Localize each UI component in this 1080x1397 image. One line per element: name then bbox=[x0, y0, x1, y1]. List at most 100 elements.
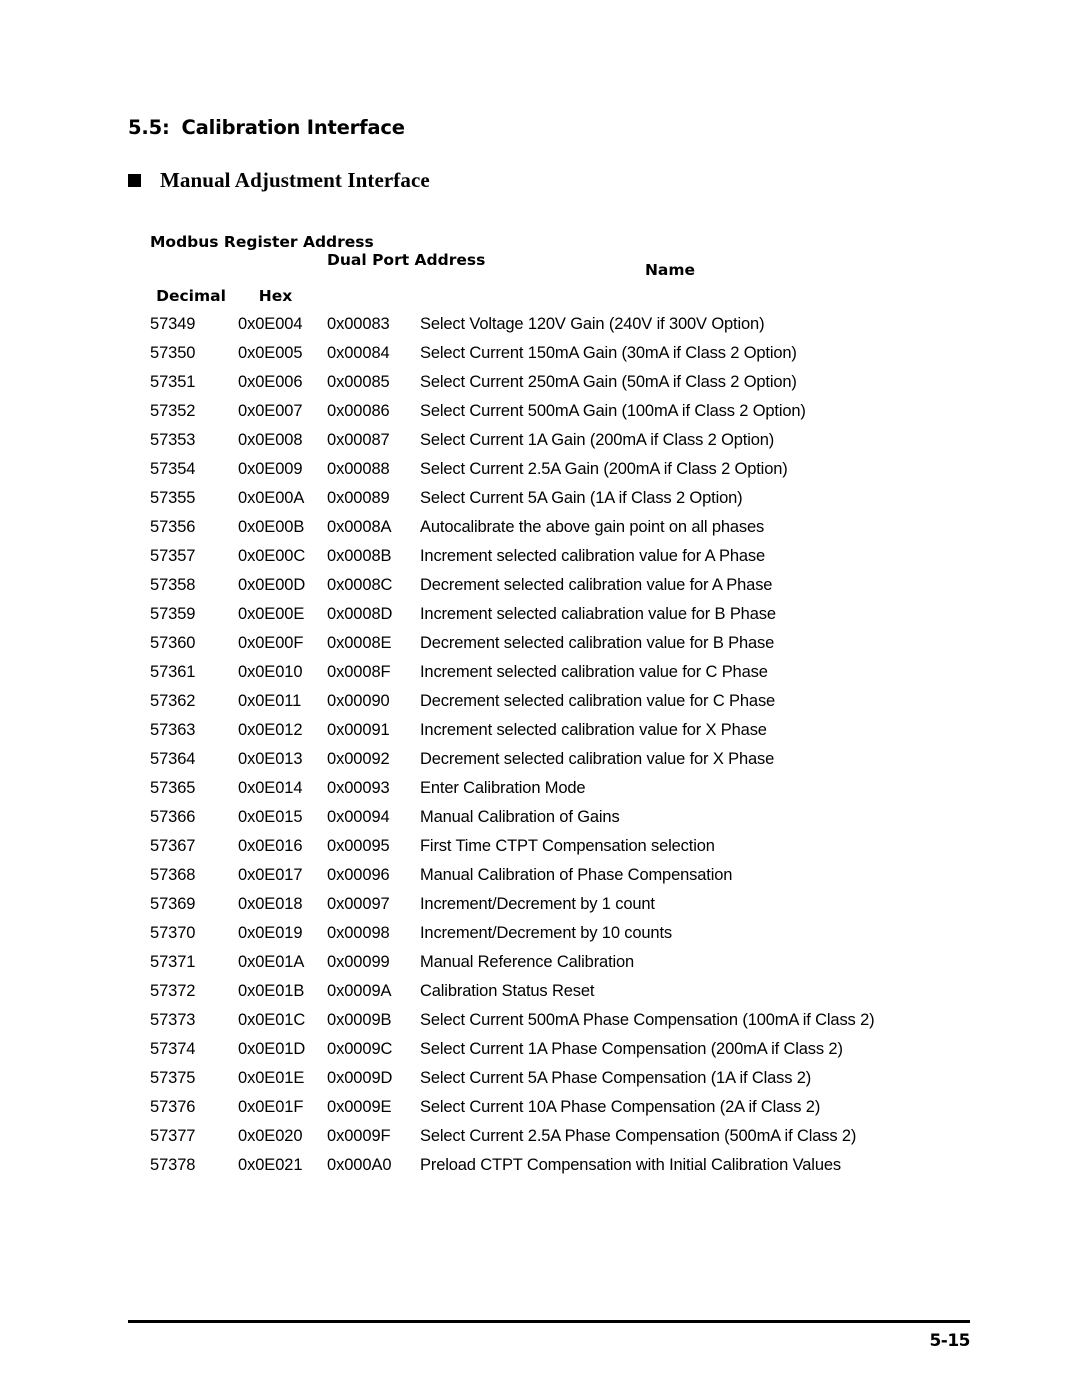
cell-name: Select Current 1A Gain (200mA if Class 2… bbox=[420, 431, 775, 449]
table-row: 57352 0x0E007 0x00086 Select Current 500mA … bbox=[0, 398, 1080, 427]
cell-decimal: 57363 bbox=[150, 721, 196, 739]
cell-decimal: 57359 bbox=[150, 605, 196, 623]
cell-hex: 0x0E021 bbox=[238, 1156, 303, 1174]
cell-decimal: 57362 bbox=[150, 692, 196, 710]
cell-hex: 0x0E011 bbox=[238, 692, 302, 710]
cell-hex: 0x0E017 bbox=[238, 866, 303, 884]
table-row: 57362 0x0E011 0x00090 Decrement selected ca… bbox=[0, 688, 1080, 717]
cell-name: Increment/Decrement by 10 counts bbox=[420, 924, 672, 942]
cell-dual-port-address: 0x00088 bbox=[327, 460, 390, 478]
cell-decimal: 57375 bbox=[150, 1069, 196, 1087]
table-row: 57370 0x0E019 0x00098 Increment/Decrement b… bbox=[0, 920, 1080, 949]
cell-decimal: 57371 bbox=[150, 953, 196, 971]
cell-hex: 0x0E00C bbox=[238, 547, 306, 565]
cell-hex: 0x0E00F bbox=[238, 634, 304, 652]
cell-decimal: 57350 bbox=[150, 344, 196, 362]
cell-name: Select Current 2.5A Phase Compensation (… bbox=[420, 1127, 857, 1145]
table-row: 57358 0x0E00D 0x0008C Decrement selected ca… bbox=[0, 572, 1080, 601]
cell-dual-port-address: 0x00091 bbox=[327, 721, 390, 739]
table-row: 57361 0x0E010 0x0008F Increment selected ca… bbox=[0, 659, 1080, 688]
cell-dual-port-address: 0x00096 bbox=[327, 866, 390, 884]
cell-hex: 0x0E01E bbox=[238, 1069, 305, 1087]
cell-hex: 0x0E019 bbox=[238, 924, 303, 942]
cell-dual-port-address: 0x00086 bbox=[327, 402, 390, 420]
cell-dual-port-address: 0x0009C bbox=[327, 1040, 393, 1058]
footer-divider bbox=[128, 1320, 970, 1323]
page-title: 5.5: Calibration Interface bbox=[128, 116, 405, 139]
table-row: 57377 0x0E020 0x0009F Select Current 2.5A P… bbox=[0, 1123, 1080, 1152]
cell-name: Autocalibrate the above gain point on al… bbox=[420, 518, 765, 536]
cell-dual-port-address: 0x0008F bbox=[327, 663, 391, 681]
table-row: 57366 0x0E015 0x00094 Manual Calibration of… bbox=[0, 804, 1080, 833]
table-header: Modbus Register Address Dual Port Addres… bbox=[0, 232, 1080, 312]
table-row: 57364 0x0E013 0x00092 Decrement selected ca… bbox=[0, 746, 1080, 775]
cell-hex: 0x0E018 bbox=[238, 895, 303, 913]
cell-name: Manual Calibration of Phase Compensation bbox=[420, 866, 733, 884]
cell-decimal: 57378 bbox=[150, 1156, 196, 1174]
cell-name: Enter Calibration Mode bbox=[420, 779, 586, 797]
cell-dual-port-address: 0x0009F bbox=[327, 1127, 391, 1145]
cell-dual-port-address: 0x000A0 bbox=[327, 1156, 392, 1174]
cell-name: Calibration Status Reset bbox=[420, 982, 595, 1000]
table-row: 57376 0x0E01F 0x0009E Select Current 10A Ph… bbox=[0, 1094, 1080, 1123]
cell-hex: 0x0E01A bbox=[238, 953, 305, 971]
cell-decimal: 57374 bbox=[150, 1040, 196, 1058]
cell-hex: 0x0E020 bbox=[238, 1127, 303, 1145]
cell-dual-port-address: 0x00093 bbox=[327, 779, 390, 797]
cell-decimal: 57358 bbox=[150, 576, 196, 594]
table-row: 57356 0x0E00B 0x0008A Autocalibrate the abo… bbox=[0, 514, 1080, 543]
table-row: 57372 0x0E01B 0x0009A Calibration Status Re… bbox=[0, 978, 1080, 1007]
cell-dual-port-address: 0x00083 bbox=[327, 315, 390, 333]
cell-name: Select Current 500mA Gain (100mA if Clas… bbox=[420, 402, 806, 420]
document-page: 5.5: Calibration Interface Manual Adjustm… bbox=[0, 0, 1080, 1397]
cell-hex: 0x0E009 bbox=[238, 460, 303, 478]
cell-dual-port-address: 0x0008A bbox=[327, 518, 392, 536]
cell-name: First Time CTPT Compensation selection bbox=[420, 837, 715, 855]
cell-hex: 0x0E01B bbox=[238, 982, 305, 1000]
cell-decimal: 57368 bbox=[150, 866, 196, 884]
cell-dual-port-address: 0x0008E bbox=[327, 634, 392, 652]
cell-decimal: 57360 bbox=[150, 634, 196, 652]
cell-name: Manual Calibration of Gains bbox=[420, 808, 620, 826]
table-row: 57375 0x0E01E 0x0009D Select Current 5A Pha… bbox=[0, 1065, 1080, 1094]
cell-hex: 0x0E00E bbox=[238, 605, 305, 623]
cell-decimal: 57372 bbox=[150, 982, 196, 1000]
cell-dual-port-address: 0x00095 bbox=[327, 837, 390, 855]
table-row: 57363 0x0E012 0x00091 Increment selected ca… bbox=[0, 717, 1080, 746]
column-header-dual-port-address: Dual Port Address bbox=[327, 251, 486, 269]
table-row: 57378 0x0E021 0x000A0 Preload CTPT Compensa… bbox=[0, 1152, 1080, 1181]
cell-dual-port-address: 0x0008D bbox=[327, 605, 393, 623]
cell-hex: 0x0E00D bbox=[238, 576, 306, 594]
cell-hex: 0x0E01C bbox=[238, 1011, 306, 1029]
cell-hex: 0x0E014 bbox=[238, 779, 303, 797]
table-row: 57371 0x0E01A 0x00099 Manual Reference Cali… bbox=[0, 949, 1080, 978]
cell-name: Decrement selected calibration value for… bbox=[420, 692, 776, 710]
cell-name: Increment selected calibration value for… bbox=[420, 663, 768, 681]
cell-dual-port-address: 0x00092 bbox=[327, 750, 390, 768]
cell-name: Select Current 5A Gain (1A if Class 2 Op… bbox=[420, 489, 743, 507]
cell-hex: 0x0E005 bbox=[238, 344, 303, 362]
subheading: Manual Adjustment Interface bbox=[128, 168, 430, 193]
cell-decimal: 57353 bbox=[150, 431, 196, 449]
cell-dual-port-address: 0x00099 bbox=[327, 953, 390, 971]
cell-name: Select Current 2.5A Gain (200mA if Class… bbox=[420, 460, 788, 478]
cell-name: Increment selected calibration value for… bbox=[420, 547, 766, 565]
cell-dual-port-address: 0x0009D bbox=[327, 1069, 393, 1087]
cell-name: Select Current 150mA Gain (30mA if Class… bbox=[420, 344, 797, 362]
cell-name: Increment selected calibration value for… bbox=[420, 721, 767, 739]
table-row: 57360 0x0E00F 0x0008E Decrement selected ca… bbox=[0, 630, 1080, 659]
cell-decimal: 57361 bbox=[150, 663, 196, 681]
cell-name: Select Current 5A Phase Compensation (1A… bbox=[420, 1069, 812, 1087]
cell-decimal: 57357 bbox=[150, 547, 196, 565]
table-row: 57369 0x0E018 0x00097 Increment/Decrement b… bbox=[0, 891, 1080, 920]
cell-hex: 0x0E015 bbox=[238, 808, 303, 826]
cell-dual-port-address: 0x0009B bbox=[327, 1011, 392, 1029]
cell-decimal: 57370 bbox=[150, 924, 196, 942]
cell-decimal: 57355 bbox=[150, 489, 196, 507]
table-row: 57365 0x0E014 0x00093 Enter Calibration Mod… bbox=[0, 775, 1080, 804]
table-row: 57350 0x0E005 0x00084 Select Current 150mA … bbox=[0, 340, 1080, 369]
square-bullet-icon bbox=[128, 174, 141, 187]
cell-decimal: 57364 bbox=[150, 750, 196, 768]
cell-hex: 0x0E016 bbox=[238, 837, 303, 855]
cell-name: Select Current 250mA Gain (50mA if Class… bbox=[420, 373, 797, 391]
